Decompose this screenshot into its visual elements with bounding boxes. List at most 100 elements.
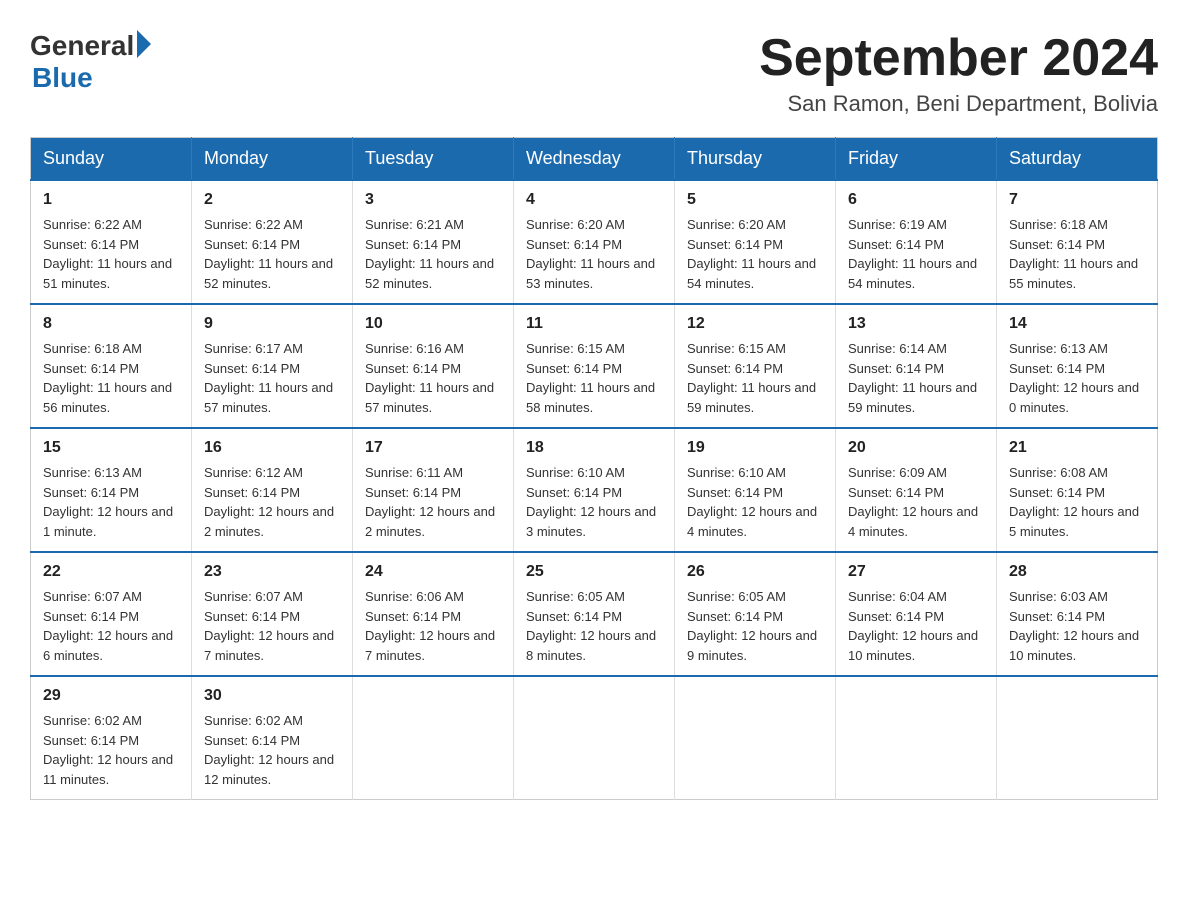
day-info: Sunrise: 6:13 AMSunset: 6:14 PMDaylight:… [1009, 339, 1145, 417]
day-number: 9 [204, 315, 340, 333]
day-info: Sunrise: 6:08 AMSunset: 6:14 PMDaylight:… [1009, 463, 1145, 541]
day-number: 11 [526, 315, 662, 333]
day-number: 25 [526, 563, 662, 581]
day-info: Sunrise: 6:07 AMSunset: 6:14 PMDaylight:… [204, 587, 340, 665]
day-info: Sunrise: 6:19 AMSunset: 6:14 PMDaylight:… [848, 215, 984, 293]
calendar-week-row: 29 Sunrise: 6:02 AMSunset: 6:14 PMDaylig… [31, 676, 1158, 800]
day-number: 22 [43, 563, 179, 581]
calendar-week-row: 1 Sunrise: 6:22 AMSunset: 6:14 PMDayligh… [31, 180, 1158, 304]
calendar-day-cell: 2 Sunrise: 6:22 AMSunset: 6:14 PMDayligh… [192, 180, 353, 304]
calendar-day-cell [836, 676, 997, 800]
calendar-day-cell: 7 Sunrise: 6:18 AMSunset: 6:14 PMDayligh… [997, 180, 1158, 304]
calendar-day-cell: 25 Sunrise: 6:05 AMSunset: 6:14 PMDaylig… [514, 552, 675, 676]
day-info: Sunrise: 6:21 AMSunset: 6:14 PMDaylight:… [365, 215, 501, 293]
day-number: 23 [204, 563, 340, 581]
calendar-day-cell: 5 Sunrise: 6:20 AMSunset: 6:14 PMDayligh… [675, 180, 836, 304]
day-number: 2 [204, 191, 340, 209]
day-number: 7 [1009, 191, 1145, 209]
day-number: 19 [687, 439, 823, 457]
header-wednesday: Wednesday [514, 138, 675, 181]
calendar-header-row: SundayMondayTuesdayWednesdayThursdayFrid… [31, 138, 1158, 181]
day-number: 28 [1009, 563, 1145, 581]
calendar-day-cell: 28 Sunrise: 6:03 AMSunset: 6:14 PMDaylig… [997, 552, 1158, 676]
calendar-day-cell: 22 Sunrise: 6:07 AMSunset: 6:14 PMDaylig… [31, 552, 192, 676]
day-number: 4 [526, 191, 662, 209]
day-info: Sunrise: 6:05 AMSunset: 6:14 PMDaylight:… [687, 587, 823, 665]
calendar-day-cell: 10 Sunrise: 6:16 AMSunset: 6:14 PMDaylig… [353, 304, 514, 428]
day-number: 29 [43, 687, 179, 705]
calendar-week-row: 8 Sunrise: 6:18 AMSunset: 6:14 PMDayligh… [31, 304, 1158, 428]
day-number: 8 [43, 315, 179, 333]
day-number: 14 [1009, 315, 1145, 333]
day-info: Sunrise: 6:09 AMSunset: 6:14 PMDaylight:… [848, 463, 984, 541]
calendar-day-cell: 12 Sunrise: 6:15 AMSunset: 6:14 PMDaylig… [675, 304, 836, 428]
day-info: Sunrise: 6:14 AMSunset: 6:14 PMDaylight:… [848, 339, 984, 417]
day-info: Sunrise: 6:18 AMSunset: 6:14 PMDaylight:… [1009, 215, 1145, 293]
day-info: Sunrise: 6:20 AMSunset: 6:14 PMDaylight:… [687, 215, 823, 293]
calendar-day-cell: 29 Sunrise: 6:02 AMSunset: 6:14 PMDaylig… [31, 676, 192, 800]
calendar-day-cell [675, 676, 836, 800]
logo-general-text: General [30, 30, 134, 62]
logo-general: General [30, 30, 151, 62]
header-sunday: Sunday [31, 138, 192, 181]
day-number: 3 [365, 191, 501, 209]
header-saturday: Saturday [997, 138, 1158, 181]
day-info: Sunrise: 6:12 AMSunset: 6:14 PMDaylight:… [204, 463, 340, 541]
logo: General Blue [30, 30, 151, 94]
day-number: 6 [848, 191, 984, 209]
calendar-day-cell [514, 676, 675, 800]
day-info: Sunrise: 6:10 AMSunset: 6:14 PMDaylight:… [526, 463, 662, 541]
day-info: Sunrise: 6:02 AMSunset: 6:14 PMDaylight:… [43, 711, 179, 789]
logo-arrow-icon [137, 30, 151, 58]
calendar-day-cell: 3 Sunrise: 6:21 AMSunset: 6:14 PMDayligh… [353, 180, 514, 304]
day-info: Sunrise: 6:05 AMSunset: 6:14 PMDaylight:… [526, 587, 662, 665]
day-number: 10 [365, 315, 501, 333]
calendar-day-cell: 17 Sunrise: 6:11 AMSunset: 6:14 PMDaylig… [353, 428, 514, 552]
day-number: 5 [687, 191, 823, 209]
day-info: Sunrise: 6:22 AMSunset: 6:14 PMDaylight:… [43, 215, 179, 293]
day-info: Sunrise: 6:06 AMSunset: 6:14 PMDaylight:… [365, 587, 501, 665]
day-number: 20 [848, 439, 984, 457]
calendar-day-cell [353, 676, 514, 800]
day-info: Sunrise: 6:22 AMSunset: 6:14 PMDaylight:… [204, 215, 340, 293]
calendar-day-cell: 20 Sunrise: 6:09 AMSunset: 6:14 PMDaylig… [836, 428, 997, 552]
day-number: 27 [848, 563, 984, 581]
calendar-day-cell: 23 Sunrise: 6:07 AMSunset: 6:14 PMDaylig… [192, 552, 353, 676]
day-number: 16 [204, 439, 340, 457]
calendar-day-cell: 14 Sunrise: 6:13 AMSunset: 6:14 PMDaylig… [997, 304, 1158, 428]
day-info: Sunrise: 6:17 AMSunset: 6:14 PMDaylight:… [204, 339, 340, 417]
calendar-day-cell: 18 Sunrise: 6:10 AMSunset: 6:14 PMDaylig… [514, 428, 675, 552]
calendar-week-row: 15 Sunrise: 6:13 AMSunset: 6:14 PMDaylig… [31, 428, 1158, 552]
calendar-day-cell: 11 Sunrise: 6:15 AMSunset: 6:14 PMDaylig… [514, 304, 675, 428]
calendar-table: SundayMondayTuesdayWednesdayThursdayFrid… [30, 137, 1158, 800]
day-info: Sunrise: 6:18 AMSunset: 6:14 PMDaylight:… [43, 339, 179, 417]
calendar-day-cell: 21 Sunrise: 6:08 AMSunset: 6:14 PMDaylig… [997, 428, 1158, 552]
day-info: Sunrise: 6:16 AMSunset: 6:14 PMDaylight:… [365, 339, 501, 417]
day-info: Sunrise: 6:10 AMSunset: 6:14 PMDaylight:… [687, 463, 823, 541]
calendar-day-cell: 9 Sunrise: 6:17 AMSunset: 6:14 PMDayligh… [192, 304, 353, 428]
day-info: Sunrise: 6:07 AMSunset: 6:14 PMDaylight:… [43, 587, 179, 665]
day-info: Sunrise: 6:15 AMSunset: 6:14 PMDaylight:… [526, 339, 662, 417]
calendar-day-cell: 1 Sunrise: 6:22 AMSunset: 6:14 PMDayligh… [31, 180, 192, 304]
logo-blue-text: Blue [32, 62, 93, 94]
calendar-day-cell [997, 676, 1158, 800]
day-info: Sunrise: 6:02 AMSunset: 6:14 PMDaylight:… [204, 711, 340, 789]
calendar-week-row: 22 Sunrise: 6:07 AMSunset: 6:14 PMDaylig… [31, 552, 1158, 676]
title-section: September 2024 San Ramon, Beni Departmen… [759, 30, 1158, 117]
day-number: 1 [43, 191, 179, 209]
header-thursday: Thursday [675, 138, 836, 181]
calendar-day-cell: 4 Sunrise: 6:20 AMSunset: 6:14 PMDayligh… [514, 180, 675, 304]
day-number: 21 [1009, 439, 1145, 457]
day-number: 12 [687, 315, 823, 333]
day-info: Sunrise: 6:13 AMSunset: 6:14 PMDaylight:… [43, 463, 179, 541]
header-tuesday: Tuesday [353, 138, 514, 181]
day-number: 18 [526, 439, 662, 457]
calendar-day-cell: 26 Sunrise: 6:05 AMSunset: 6:14 PMDaylig… [675, 552, 836, 676]
header-monday: Monday [192, 138, 353, 181]
day-info: Sunrise: 6:04 AMSunset: 6:14 PMDaylight:… [848, 587, 984, 665]
day-info: Sunrise: 6:11 AMSunset: 6:14 PMDaylight:… [365, 463, 501, 541]
calendar-day-cell: 13 Sunrise: 6:14 AMSunset: 6:14 PMDaylig… [836, 304, 997, 428]
location-subtitle: San Ramon, Beni Department, Bolivia [759, 91, 1158, 117]
day-number: 30 [204, 687, 340, 705]
day-number: 17 [365, 439, 501, 457]
